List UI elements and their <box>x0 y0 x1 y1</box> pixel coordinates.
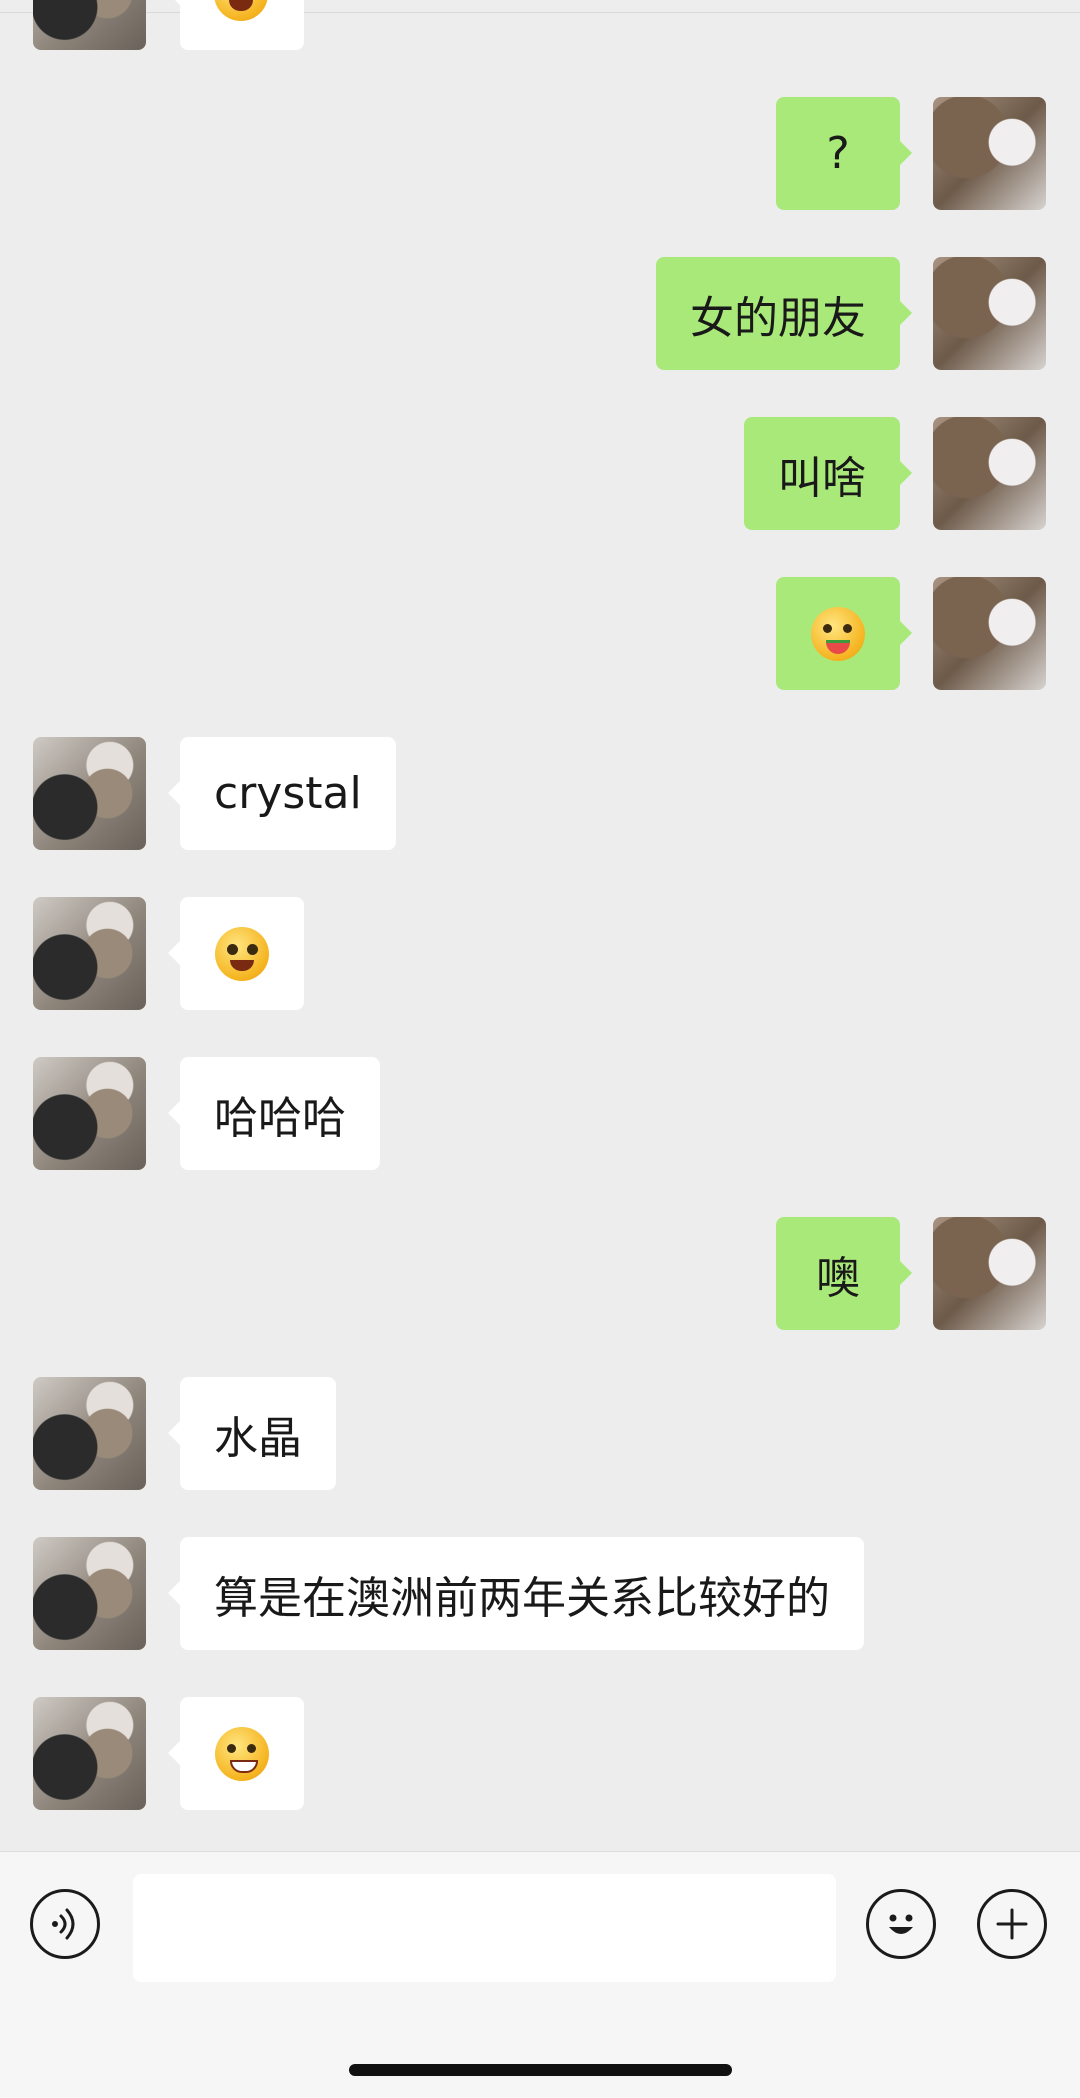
message-row <box>0 897 1080 1010</box>
chat-screen: ? 女的朋友 叫啥 crystal 哈哈哈 噢 水晶 算是在澳洲前两年关系比较好… <box>0 0 1080 2098</box>
message-text: 叫啥 <box>778 452 866 504</box>
message-row: 叫啥 <box>0 417 1080 530</box>
message-row: ? <box>0 97 1080 210</box>
voice-icon <box>52 1908 75 1940</box>
contact-avatar[interactable] <box>33 737 146 850</box>
message-row <box>0 577 1080 690</box>
message-row: 水晶 <box>0 1377 1080 1490</box>
message-row: 噢 <box>0 1217 1080 1330</box>
message-row <box>0 0 1080 50</box>
message-bubble[interactable]: 噢 <box>776 1217 912 1330</box>
message-row: 算是在澳洲前两年关系比较好的 <box>0 1537 1080 1650</box>
message-input[interactable] <box>133 1874 836 1982</box>
message-bubble[interactable]: crystal <box>168 737 396 850</box>
contact-avatar[interactable] <box>33 0 146 50</box>
self-avatar[interactable] <box>933 257 1046 370</box>
message-text: 哈哈哈 <box>214 1092 346 1144</box>
message-row: 哈哈哈 <box>0 1057 1080 1170</box>
message-text: 噢 <box>816 1252 860 1304</box>
message-row <box>0 1697 1080 1810</box>
message-bubble[interactable]: 叫啥 <box>744 417 912 530</box>
contact-avatar[interactable] <box>33 1057 146 1170</box>
message-bubble[interactable]: 女的朋友 <box>656 257 912 370</box>
message-bubble[interactable]: 水晶 <box>168 1377 336 1490</box>
message-bubble[interactable]: 哈哈哈 <box>168 1057 380 1170</box>
smiley-icon <box>889 1914 913 1934</box>
contact-avatar[interactable] <box>33 1537 146 1650</box>
message-text: 算是在澳洲前两年关系比较好的 <box>214 1572 830 1624</box>
starry-eyed-emoji-icon <box>215 926 269 981</box>
emoji-button[interactable] <box>866 1889 936 1959</box>
more-button[interactable] <box>977 1889 1047 1959</box>
message-text: ? <box>826 128 850 179</box>
plus-icon <box>996 1908 1028 1940</box>
message-list[interactable]: ? 女的朋友 叫啥 crystal 哈哈哈 噢 水晶 算是在澳洲前两年关系比较好… <box>0 0 1080 1850</box>
message-text: 女的朋友 <box>690 292 866 344</box>
message-bubble[interactable] <box>168 0 304 50</box>
contact-avatar[interactable] <box>33 1697 146 1810</box>
home-indicator[interactable] <box>349 2064 732 2076</box>
message-row: 女的朋友 <box>0 257 1080 370</box>
message-bubble[interactable] <box>168 897 304 1010</box>
message-bubble[interactable] <box>776 577 912 690</box>
self-avatar[interactable] <box>933 417 1046 530</box>
self-avatar[interactable] <box>933 1217 1046 1330</box>
emoji-partial-icon <box>214 0 268 21</box>
voice-button[interactable] <box>30 1889 100 1959</box>
self-avatar[interactable] <box>933 577 1046 690</box>
grinning-emoji-icon <box>215 1726 269 1781</box>
message-bubble[interactable]: 算是在澳洲前两年关系比较好的 <box>168 1537 864 1650</box>
message-bubble[interactable] <box>168 1697 304 1810</box>
contact-avatar[interactable] <box>33 897 146 1010</box>
self-avatar[interactable] <box>933 97 1046 210</box>
contact-avatar[interactable] <box>33 1377 146 1490</box>
message-text: crystal <box>214 768 362 819</box>
watermelon-eating-emoji-icon <box>811 606 865 661</box>
input-bar <box>0 1851 1080 2098</box>
message-text: 水晶 <box>214 1412 302 1464</box>
message-row: crystal <box>0 737 1080 850</box>
message-bubble[interactable]: ? <box>776 97 912 210</box>
